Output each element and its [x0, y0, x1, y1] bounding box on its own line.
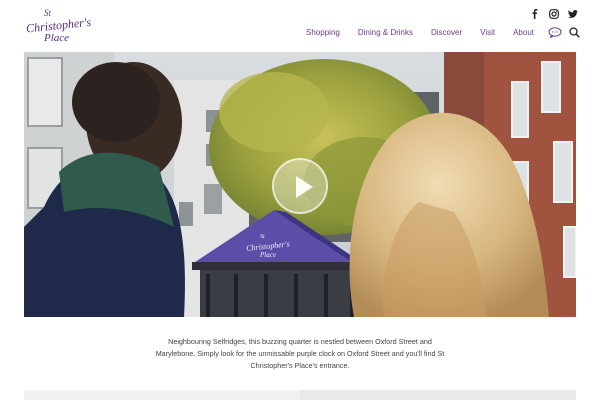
social-links: [530, 9, 578, 19]
kiosk-sign-st: St: [260, 234, 265, 240]
play-button[interactable]: [272, 158, 328, 214]
search-icon[interactable]: [569, 27, 580, 38]
main-nav: Shopping Dining & Drinks Discover Visit …: [306, 27, 580, 38]
content-card-left: [24, 390, 300, 400]
nav-item-dining-drinks[interactable]: Dining & Drinks: [358, 28, 413, 37]
hero-video[interactable]: St Christopher's Place: [24, 52, 576, 317]
kiosk-sign-place: Place: [259, 251, 276, 259]
logo-text-st: St: [44, 8, 52, 18]
nav-item-visit[interactable]: Visit: [480, 28, 495, 37]
nav-item-shopping[interactable]: Shopping: [306, 28, 340, 37]
site-header: St Christopher's Place Shopping Dining &…: [0, 0, 600, 50]
logo-text-place: Place: [43, 32, 69, 44]
twitter-icon[interactable]: [568, 9, 578, 19]
brand-logo[interactable]: St Christopher's Place: [24, 6, 96, 44]
facebook-icon[interactable]: [530, 9, 540, 19]
nav-item-discover[interactable]: Discover: [431, 28, 462, 37]
play-icon: [296, 176, 313, 198]
instagram-icon[interactable]: [549, 9, 559, 19]
nav-item-about[interactable]: About: [513, 28, 534, 37]
speech-bubble-icon[interactable]: [548, 27, 562, 38]
intro-paragraph: Neighbouring Selfridges, this buzzing qu…: [155, 337, 445, 370]
content-card-right: [300, 390, 576, 400]
